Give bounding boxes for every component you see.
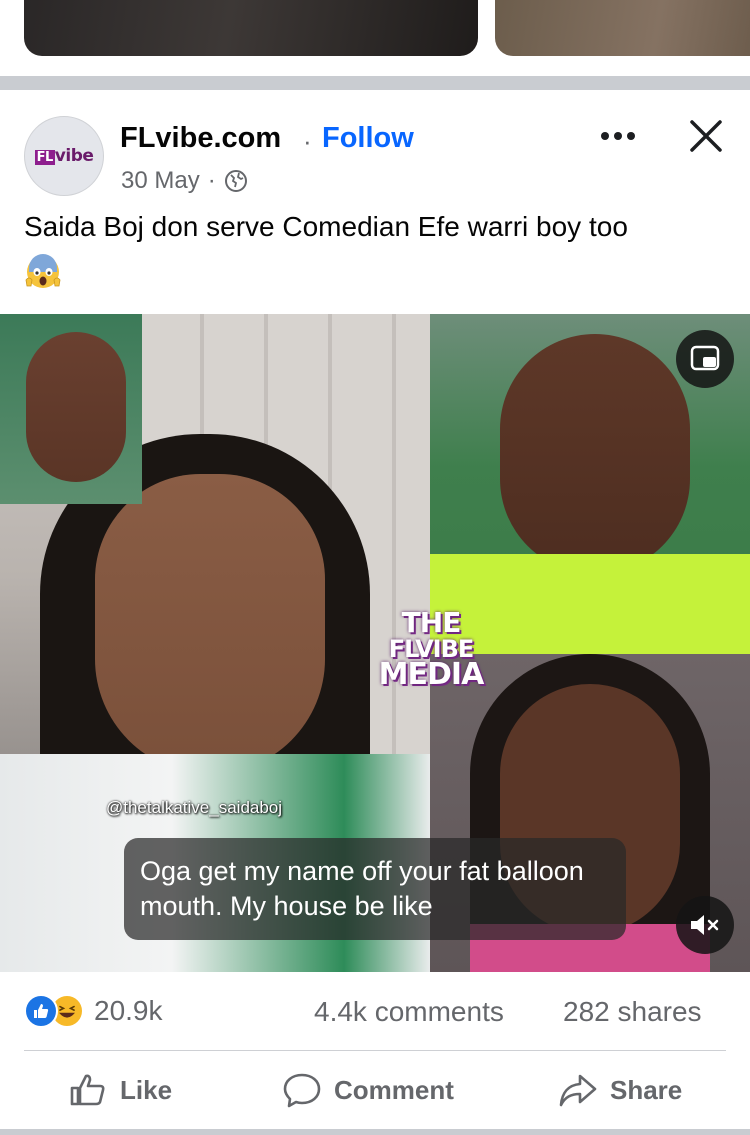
previous-post-thumbnail[interactable] — [495, 0, 750, 56]
post-meta: 30 May · — [121, 167, 248, 195]
face-screaming-in-fear-icon — [25, 254, 61, 288]
meta-separator: · — [207, 167, 216, 194]
follow-button[interactable]: Follow — [322, 122, 414, 155]
share-button[interactable]: Share — [558, 1068, 682, 1112]
reactions-summary[interactable]: 20.9k — [24, 994, 163, 1028]
close-icon[interactable] — [684, 114, 728, 158]
more-options-icon[interactable] — [598, 118, 638, 154]
post-video[interactable]: THE FLVIBE MEDIA @thetalkative_saidaboj … — [0, 314, 750, 972]
post-date[interactable]: 30 May — [121, 167, 200, 195]
name-separator: · — [303, 126, 312, 156]
comment-button[interactable]: Comment — [282, 1068, 454, 1112]
action-divider — [24, 1050, 726, 1051]
like-label: Like — [120, 1074, 173, 1105]
reaction-count: 20.9k — [94, 995, 163, 1026]
share-label: Share — [610, 1074, 683, 1105]
comment-label: Comment — [334, 1074, 454, 1105]
thumbs-up-icon — [70, 1074, 105, 1106]
previous-post-media — [0, 0, 750, 62]
page-avatar[interactable]: FL vibe — [24, 116, 104, 196]
share-arrow-icon — [559, 1074, 597, 1107]
avatar-logo: FL vibe — [34, 146, 94, 166]
page-name[interactable]: FLvibe.com — [120, 122, 281, 155]
like-button[interactable]: Like — [68, 1068, 172, 1112]
shares-count[interactable]: 282 shares — [563, 996, 702, 1028]
like-reaction-icon — [24, 994, 58, 1028]
video-handle: @thetalkative_saidaboj — [106, 798, 283, 817]
video-watermark: THE FLVIBE MEDIA — [378, 606, 485, 692]
video-frame-inset — [0, 314, 142, 504]
feed-separator — [0, 76, 750, 90]
speech-bubble-icon — [283, 1073, 321, 1108]
feed-separator — [0, 1129, 750, 1135]
globe-icon — [224, 170, 247, 192]
comments-count[interactable]: 4.4k comments — [314, 996, 504, 1028]
previous-post-thumbnail[interactable] — [24, 0, 478, 56]
muted-speaker-icon[interactable] — [676, 896, 734, 954]
picture-in-picture-icon[interactable] — [676, 330, 734, 388]
video-caption: Oga get my name off your fat balloon mou… — [124, 838, 626, 940]
post-text: Saida Boj don serve Comedian Efe warri b… — [24, 211, 628, 242]
